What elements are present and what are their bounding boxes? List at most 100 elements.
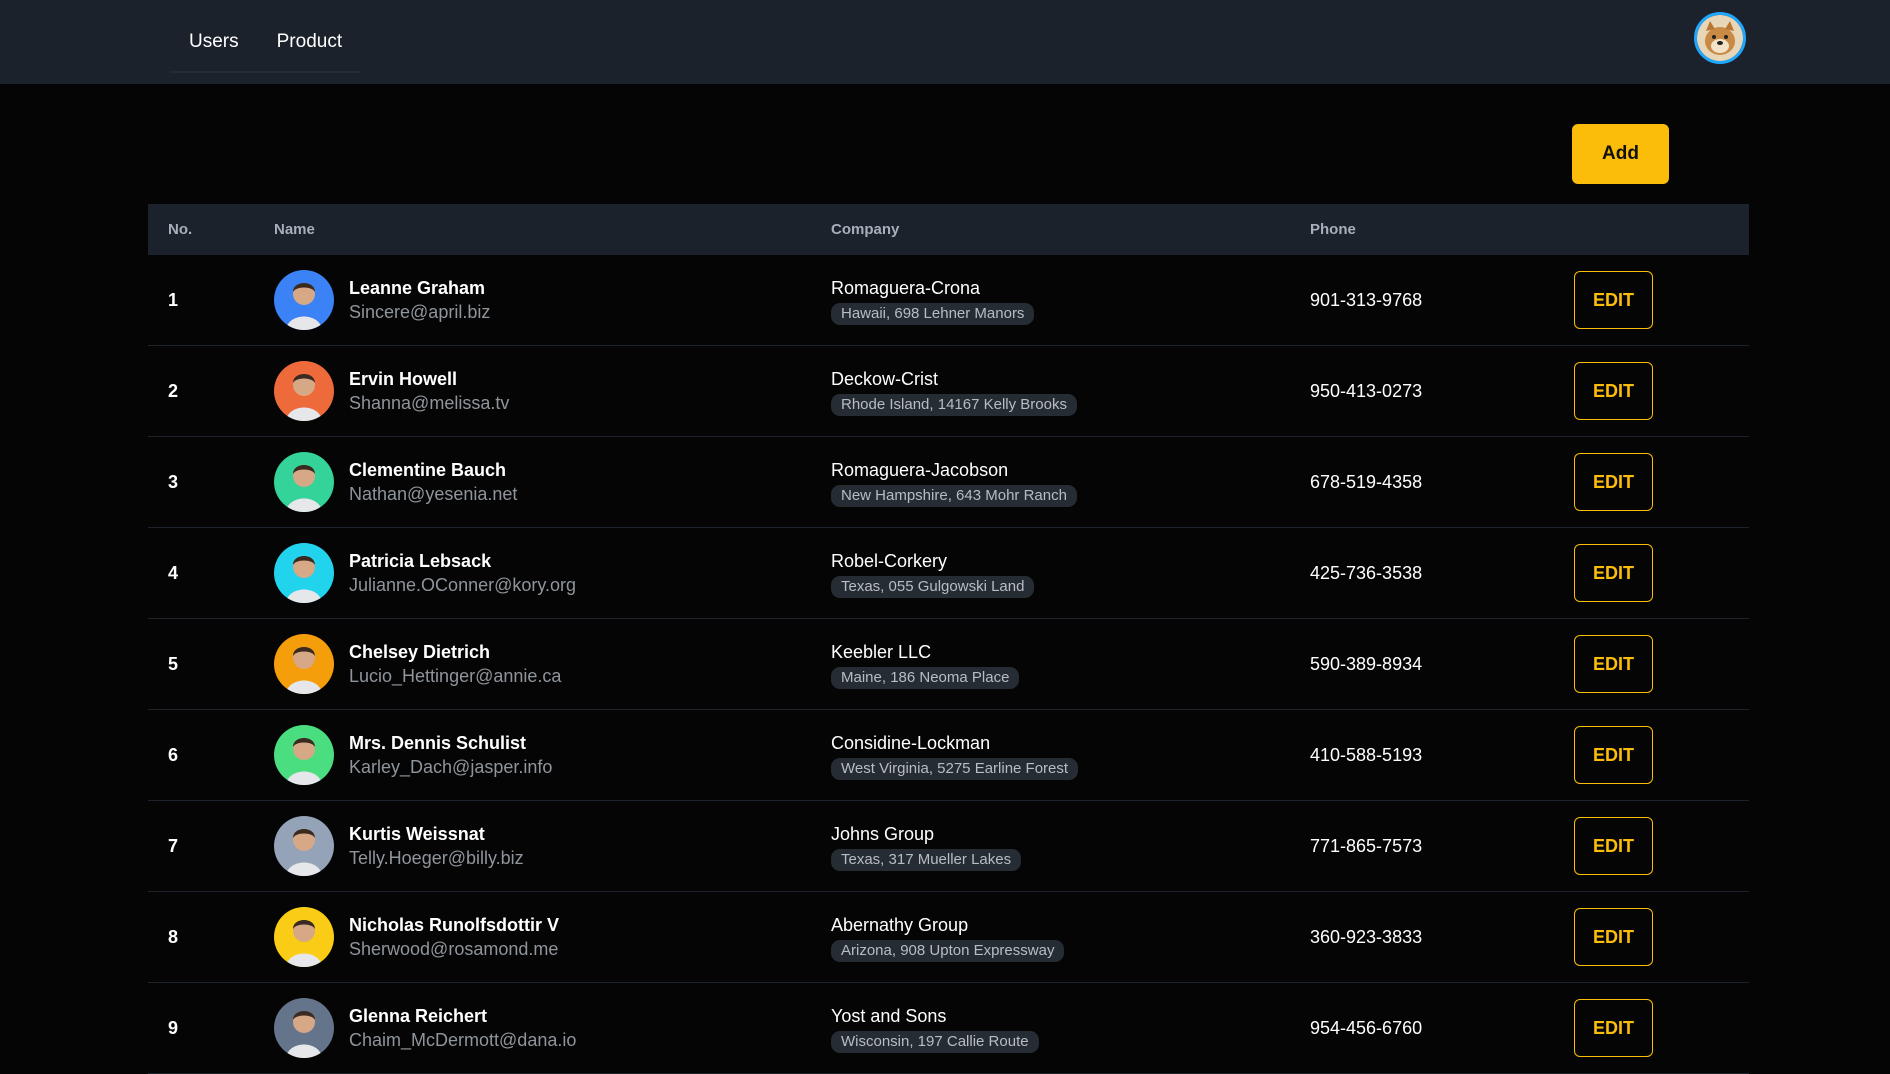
column-header-no: No. — [168, 221, 193, 238]
table-row: 2 Ervin Howell Shanna@melissa.tv Deckow-… — [148, 346, 1749, 437]
name-cell: Clementine Bauch Nathan@yesenia.net — [274, 437, 517, 527]
user-name: Glenna Reichert — [349, 1006, 488, 1026]
edit-button[interactable]: EDIT — [1574, 726, 1653, 784]
edit-button[interactable]: EDIT — [1574, 271, 1653, 329]
user-name: Ervin Howell — [349, 369, 458, 389]
person-avatar-icon — [274, 634, 334, 694]
name-cell: Kurtis Weissnat Telly.Hoeger@billy.biz — [274, 801, 524, 891]
column-header-name: Name — [274, 221, 315, 238]
phone-cell: 425-736-3538 — [1310, 562, 1423, 583]
company-name: Considine-Lockman — [831, 732, 991, 753]
name-cell: Chelsey Dietrich Lucio_Hettinger@annie.c… — [274, 619, 561, 709]
person-avatar-icon — [274, 452, 334, 512]
company-cell: Romaguera-Crona Hawaii, 698 Lehner Manor… — [831, 255, 1035, 345]
user-email: Julianne.OConner@kory.org — [349, 575, 577, 595]
company-name: Deckow-Crist — [831, 368, 939, 389]
column-header-company: Company — [831, 221, 900, 238]
add-button[interactable]: Add — [1572, 124, 1669, 184]
phone-cell: 410-588-5193 — [1310, 744, 1423, 765]
address-badge: Rhode Island, 14167 Kelly Brooks — [831, 393, 1077, 416]
edit-button[interactable]: EDIT — [1574, 817, 1653, 875]
top-navbar: Users Product — [0, 0, 1890, 84]
row-number: 4 — [168, 562, 179, 583]
user-email: Telly.Hoeger@billy.biz — [349, 848, 524, 868]
name-cell: Ervin Howell Shanna@melissa.tv — [274, 346, 509, 436]
phone-cell: 590-389-8934 — [1310, 653, 1423, 674]
address-badge: New Hampshire, 643 Mohr Ranch — [831, 484, 1077, 507]
user-email: Chaim_McDermott@dana.io — [349, 1030, 577, 1050]
user-email: Nathan@yesenia.net — [349, 484, 518, 504]
avatar — [274, 634, 334, 694]
table-row: 6 Mrs. Dennis Schulist Karley_Dach@jaspe… — [148, 710, 1749, 801]
edit-button[interactable]: EDIT — [1574, 362, 1653, 420]
company-name: Keebler LLC — [831, 641, 932, 662]
row-number: 1 — [168, 289, 179, 310]
phone-cell: 954-456-6760 — [1310, 1017, 1423, 1038]
avatar — [274, 270, 334, 330]
person-avatar-icon — [274, 907, 334, 967]
user-name: Kurtis Weissnat — [349, 824, 485, 844]
name-cell: Glenna Reichert Chaim_McDermott@dana.io — [274, 983, 576, 1073]
person-avatar-icon — [274, 816, 334, 876]
address-badge: Arizona, 908 Upton Expressway — [831, 939, 1065, 962]
company-cell: Yost and Sons Wisconsin, 197 Callie Rout… — [831, 983, 1039, 1073]
table-row: 5 Chelsey Dietrich Lucio_Hettinger@annie… — [148, 619, 1749, 710]
name-cell: Leanne Graham Sincere@april.biz — [274, 255, 490, 345]
address-badge: West Virginia, 5275 Earline Forest — [831, 757, 1079, 780]
phone-cell: 771-865-7573 — [1310, 835, 1423, 856]
table-body: 1 Leanne Graham Sincere@april.biz Romagu… — [148, 255, 1749, 1074]
address-badge: Maine, 186 Neoma Place — [831, 666, 1020, 689]
users-table: No. Name Company Phone 1 Leanne Graham S… — [148, 204, 1749, 1074]
address-badge: Wisconsin, 197 Callie Route — [831, 1030, 1039, 1053]
user-avatar-button[interactable] — [1694, 12, 1746, 64]
phone-cell: 678-519-4358 — [1310, 471, 1423, 492]
edit-button[interactable]: EDIT — [1574, 453, 1653, 511]
phone-cell: 360-923-3833 — [1310, 926, 1423, 947]
phone-cell: 901-313-9768 — [1310, 289, 1423, 310]
nav-item-product[interactable]: Product — [258, 22, 361, 62]
nav-divider — [170, 71, 360, 73]
user-email: Shanna@melissa.tv — [349, 393, 510, 413]
company-name: Johns Group — [831, 823, 935, 844]
edit-button[interactable]: EDIT — [1574, 999, 1653, 1057]
person-avatar-icon — [274, 725, 334, 785]
company-name: Abernathy Group — [831, 914, 969, 935]
table-header: No. Name Company Phone — [148, 204, 1749, 255]
row-number: 8 — [168, 926, 179, 947]
edit-button[interactable]: EDIT — [1574, 635, 1653, 693]
company-name: Robel-Corkery — [831, 550, 948, 571]
company-cell: Considine-Lockman West Virginia, 5275 Ea… — [831, 710, 1079, 800]
row-number: 7 — [168, 835, 179, 856]
company-name: Yost and Sons — [831, 1005, 947, 1026]
avatar — [274, 725, 334, 785]
company-cell: Keebler LLC Maine, 186 Neoma Place — [831, 619, 1020, 709]
avatar — [274, 907, 334, 967]
edit-button[interactable]: EDIT — [1574, 544, 1653, 602]
user-name: Leanne Graham — [349, 278, 486, 298]
company-cell: Deckow-Crist Rhode Island, 14167 Kelly B… — [831, 346, 1077, 436]
person-avatar-icon — [274, 998, 334, 1058]
row-number: 5 — [168, 653, 179, 674]
user-email: Sherwood@rosamond.me — [349, 939, 559, 959]
person-avatar-icon — [274, 361, 334, 421]
user-name: Mrs. Dennis Schulist — [349, 733, 527, 753]
company-cell: Abernathy Group Arizona, 908 Upton Expre… — [831, 892, 1065, 982]
company-cell: Robel-Corkery Texas, 055 Gulgowski Land — [831, 528, 1035, 618]
user-name: Patricia Lebsack — [349, 551, 492, 571]
table-row: 9 Glenna Reichert Chaim_McDermott@dana.i… — [148, 983, 1749, 1074]
name-cell: Nicholas Runolfsdottir V Sherwood@rosamo… — [274, 892, 559, 982]
row-number: 9 — [168, 1017, 179, 1038]
user-name: Clementine Bauch — [349, 460, 507, 480]
name-cell: Mrs. Dennis Schulist Karley_Dach@jasper.… — [274, 710, 552, 800]
user-email: Sincere@april.biz — [349, 302, 491, 322]
table-row: 7 Kurtis Weissnat Telly.Hoeger@billy.biz… — [148, 801, 1749, 892]
edit-button[interactable]: EDIT — [1574, 908, 1653, 966]
name-cell: Patricia Lebsack Julianne.OConner@kory.o… — [274, 528, 576, 618]
company-name: Romaguera-Jacobson — [831, 459, 1009, 480]
phone-cell: 950-413-0273 — [1310, 380, 1423, 401]
column-header-phone: Phone — [1310, 221, 1356, 238]
table-row: 3 Clementine Bauch Nathan@yesenia.net Ro… — [148, 437, 1749, 528]
table-row: 4 Patricia Lebsack Julianne.OConner@kory… — [148, 528, 1749, 619]
nav-item-users[interactable]: Users — [170, 22, 258, 62]
user-name: Chelsey Dietrich — [349, 642, 491, 662]
